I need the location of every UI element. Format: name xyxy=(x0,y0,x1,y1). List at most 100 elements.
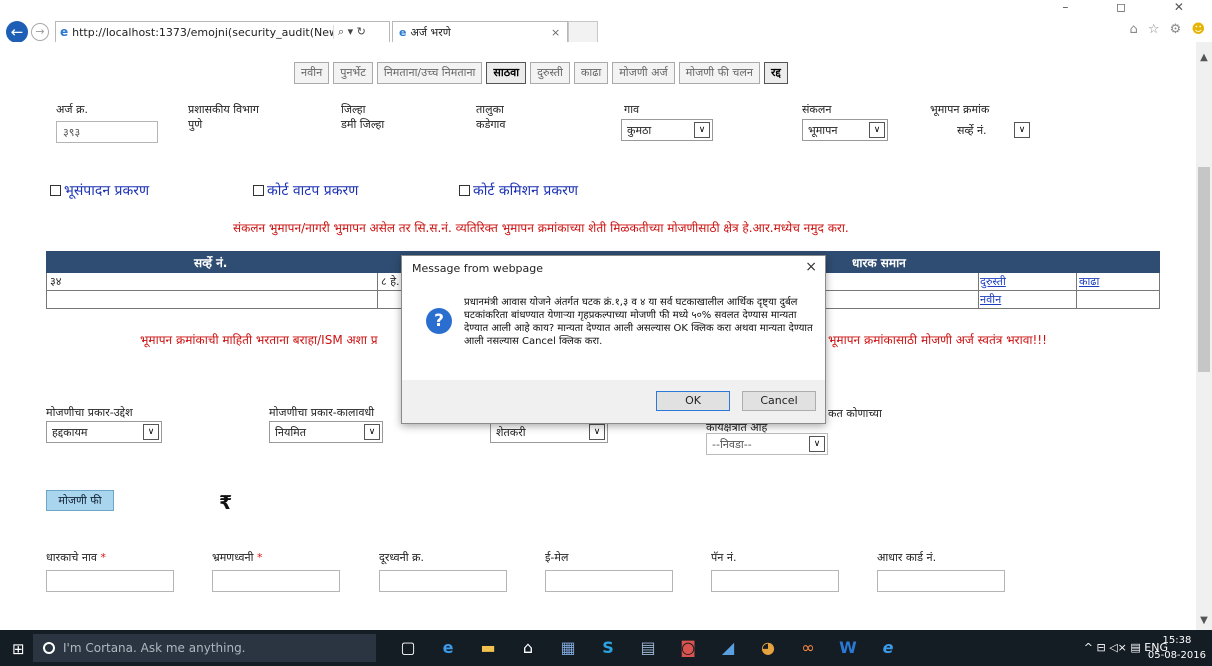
land-acquisition-checkbox[interactable]: भूसंपादन प्रकरण xyxy=(50,181,149,200)
mobile-input[interactable] xyxy=(212,570,340,592)
court-partition-checkbox[interactable]: कोर्ट वाटप प्रकरण xyxy=(253,181,358,200)
visual-studio-icon[interactable]: ◢ xyxy=(708,630,748,666)
aadhar-input[interactable] xyxy=(877,570,1005,592)
fee-challan-button[interactable]: मोजणी फी चलन xyxy=(678,62,760,84)
village-value: कुमठा xyxy=(627,123,652,137)
pan-input[interactable] xyxy=(711,570,839,592)
search-refresh-icon[interactable]: ⌕ ▾ ↻ xyxy=(333,25,389,39)
applicant-type-select[interactable]: शेतकरी ∨ xyxy=(490,421,608,443)
ie-page-icon: e xyxy=(60,25,69,39)
settings-gear-icon[interactable]: ⚙ xyxy=(1170,22,1185,37)
email-input[interactable] xyxy=(545,570,673,592)
new-button[interactable]: नवीन xyxy=(294,62,330,84)
court-commission-label: कोर्ट कमिशन प्रकरण xyxy=(473,183,578,199)
row-remove-link[interactable]: काढा xyxy=(1079,274,1099,289)
edit-button[interactable]: दुरुस्ती xyxy=(530,62,570,84)
purpose-label: मोजणीचा प्रकार-उद्देश xyxy=(46,406,133,419)
file-explorer-icon[interactable]: ▬ xyxy=(468,630,508,666)
jurisdiction-select[interactable]: --निवडा-- ∨ xyxy=(706,433,828,455)
revisit-button[interactable]: पुनर्भेट xyxy=(333,62,373,84)
store-icon[interactable]: ⌂ xyxy=(508,630,548,666)
address-url[interactable]: http://localhost:1373/emojni(security_au… xyxy=(72,26,333,39)
period-select[interactable]: नियमित ∨ xyxy=(269,421,383,443)
home-icon[interactable]: ⌂ xyxy=(1129,22,1140,37)
browser-tab[interactable]: e अर्ज भरणे × xyxy=(392,21,568,43)
word-icon[interactable]: W xyxy=(828,630,868,666)
aadhar-label: आधार कार्ड नं. xyxy=(877,551,937,564)
app-icon[interactable]: ▦ xyxy=(548,630,588,666)
remove-button[interactable]: काढा xyxy=(573,62,609,84)
task-view-icon[interactable]: ▢ xyxy=(388,630,428,666)
measurement-fee-button[interactable]: मोजणी फी xyxy=(46,490,114,511)
dialog-close-icon[interactable]: × xyxy=(805,259,817,275)
dialog-ok-button[interactable]: OK xyxy=(656,391,730,411)
checkbox-box[interactable] xyxy=(50,185,61,196)
taskbar-apps: ▢ e ▬ ⌂ ▦ S ▤ ◙ ◢ ◕ ∞ W e xyxy=(388,630,908,666)
row-edit-link[interactable]: दुरुस्ती xyxy=(980,274,1006,289)
checkbox-box[interactable] xyxy=(459,185,470,196)
purpose-select[interactable]: हद्दकायम ∨ xyxy=(46,421,162,443)
nimtana-button[interactable]: निमताना/उच्च निमताना xyxy=(376,62,483,84)
taskbar-clock[interactable]: 15:38 05-08-2016 xyxy=(1148,633,1206,663)
forward-arrow-icon[interactable]: → xyxy=(31,23,49,41)
internet-explorer-icon[interactable]: e xyxy=(868,630,908,666)
grid-col-survey: सर्व्हे नं. xyxy=(194,256,228,270)
village-select[interactable]: कुमठा ∨ xyxy=(621,119,713,141)
security-app-icon[interactable]: ◙ xyxy=(668,630,708,666)
taluka-label: तालुका xyxy=(476,103,504,116)
cortana-search[interactable]: I'm Cortana. Ask me anything. xyxy=(33,634,376,662)
grid-col-holder: धारक समान xyxy=(852,256,906,270)
land-acquisition-label: भूसंपादन प्रकरण xyxy=(64,183,150,199)
scroll-thumb[interactable] xyxy=(1198,167,1210,372)
browser-chrome: ← → e http://localhost:1373/emojni(secur… xyxy=(0,0,1212,43)
skype-icon[interactable]: S xyxy=(588,630,628,666)
action-toolbar: नवीन पुनर्भेट निमताना/उच्च निमताना साठवा… xyxy=(294,62,788,84)
dialog-message: प्रधानमंत्री आवास योजने अंतर्गत घटक क्रं… xyxy=(464,297,813,347)
page-scrollbar[interactable]: ▲ ▼ xyxy=(1196,42,1212,630)
chevron-down-icon: ∨ xyxy=(364,424,380,440)
cancel-button[interactable]: रद्द xyxy=(763,62,788,84)
survey-no-label: भूमापन क्रमांक xyxy=(930,103,990,116)
application-no-label: अर्ज क्र. xyxy=(56,103,89,116)
new-tab-button[interactable] xyxy=(568,21,598,43)
chevron-down-icon: ∨ xyxy=(589,424,605,440)
district-label: जिल्हा xyxy=(341,103,366,116)
scroll-down-icon[interactable]: ▼ xyxy=(1196,615,1212,626)
holder-name-input[interactable] xyxy=(46,570,174,592)
checkbox-box[interactable] xyxy=(253,185,264,196)
tab-close-icon[interactable]: × xyxy=(551,26,567,39)
applicant-type-value: शेतकरी xyxy=(496,425,526,439)
row-new-link[interactable]: नवीन xyxy=(980,292,1001,307)
rupee-icon: ₹ xyxy=(219,492,233,514)
survey-type-select[interactable]: सर्व्हे नं. ∨ xyxy=(951,119,1033,141)
feedback-smiley-icon[interactable]: ☻ xyxy=(1191,22,1208,37)
infinity-app-icon[interactable]: ∞ xyxy=(788,630,828,666)
col-separator xyxy=(1076,291,1077,308)
required-mark: * xyxy=(100,551,106,564)
database-icon[interactable]: ▤ xyxy=(628,630,668,666)
save-button[interactable]: साठवा xyxy=(486,62,527,84)
compilation-select[interactable]: भूमापन ∨ xyxy=(802,119,888,141)
window-controls[interactable]: – ◻ ✕ xyxy=(1062,0,1206,14)
back-arrow-icon[interactable]: ← xyxy=(6,21,28,43)
dialog-cancel-button[interactable]: Cancel xyxy=(742,391,816,411)
application-no-input[interactable]: ३९३ xyxy=(56,121,158,143)
scroll-up-icon[interactable]: ▲ xyxy=(1196,52,1212,63)
phone-input[interactable] xyxy=(379,570,507,592)
clock-time: 15:38 xyxy=(1162,635,1192,646)
purpose-value: हद्दकायम xyxy=(52,425,88,439)
chevron-down-icon: ∨ xyxy=(869,122,885,138)
compilation-label: संकलन xyxy=(802,103,832,116)
required-mark: * xyxy=(256,551,263,564)
chevron-down-icon: ∨ xyxy=(809,436,825,452)
separate-application-note: भूमापन क्रमांकासाठी मोजणी अर्ज स्वतंत्र … xyxy=(828,333,1047,347)
measurement-application-button[interactable]: मोजणी अर्ज xyxy=(612,62,675,84)
address-bar[interactable]: e http://localhost:1373/emojni(security_… xyxy=(55,21,390,43)
windows-start-icon[interactable]: ⊞ xyxy=(12,640,25,658)
favorites-star-icon[interactable]: ☆ xyxy=(1148,22,1163,37)
tab-ie-icon: e xyxy=(399,26,407,39)
court-commission-checkbox[interactable]: कोर्ट कमिशन प्रकरण xyxy=(459,181,578,200)
chrome-icon[interactable]: ◕ xyxy=(748,630,788,666)
col-separator xyxy=(1076,273,1077,290)
edge-icon[interactable]: e xyxy=(428,630,468,666)
